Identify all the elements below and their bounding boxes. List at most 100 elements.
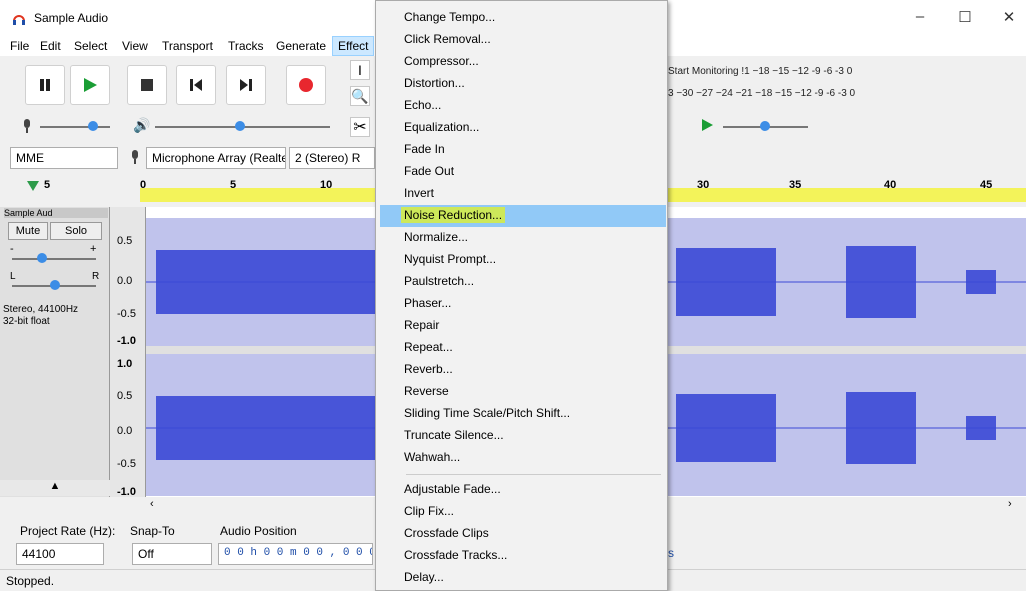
menu-item-noise-reduction[interactable]: Noise Reduction... <box>380 205 666 227</box>
menu-item[interactable]: Truncate Silence... <box>380 425 666 447</box>
menu-item[interactable]: Repeat... <box>380 337 666 359</box>
record-button[interactable] <box>286 65 326 105</box>
play-meter[interactable]: 3 −30 −27 −24 −21 −18 −15 −12 -9 -6 -3 0 <box>668 88 855 99</box>
menu-item[interactable]: Distortion... <box>380 73 666 95</box>
effect-menu: Change Tempo... Click Removal... Compres… <box>375 0 668 591</box>
vertical-ruler <box>110 207 146 497</box>
status-text: Stopped. <box>6 574 55 588</box>
skip-end-icon <box>240 79 252 91</box>
stop-button[interactable] <box>127 65 167 105</box>
zoom-tool-icon[interactable]: 🔍 <box>350 86 370 106</box>
menu-item[interactable]: Fade Out <box>380 161 666 183</box>
menu-item[interactable]: Change Tempo... <box>380 7 666 29</box>
vruler-label: -1.0 <box>117 335 136 347</box>
window-title: Sample Audio <box>34 11 109 25</box>
skip-start-icon <box>190 79 202 91</box>
play-button[interactable] <box>70 65 110 105</box>
snap-to-select[interactable]: Off <box>132 543 212 565</box>
maximize-button[interactable]: ☐ <box>950 8 980 28</box>
microphone-icon <box>24 119 30 133</box>
menu-item[interactable]: Click Removal... <box>380 29 666 51</box>
pan-left-label: L <box>10 271 16 282</box>
gain-knob[interactable] <box>37 253 47 263</box>
menu-effect[interactable]: Effect <box>332 36 375 56</box>
tick-label: 0 <box>140 179 147 191</box>
pin-icon[interactable] <box>26 180 40 192</box>
selection-tool-icon[interactable]: I <box>350 60 370 80</box>
gain-min-label: - <box>10 243 14 255</box>
menu-item[interactable]: Repair <box>380 315 666 337</box>
menu-item-label: Noise Reduction... <box>401 207 506 223</box>
record-volume-knob[interactable] <box>88 121 98 131</box>
menu-item[interactable]: Clip Fix... <box>380 501 666 523</box>
gain-slider[interactable] <box>12 258 96 260</box>
tick-label: 30 <box>697 179 710 191</box>
collapse-track-icon[interactable]: ▲ <box>0 480 110 496</box>
mute-button[interactable]: Mute <box>8 222 48 240</box>
menu-item[interactable]: Echo... <box>380 95 666 117</box>
menu-item[interactable]: Reverse <box>380 381 666 403</box>
menu-view[interactable]: View <box>122 39 148 53</box>
selection-end-suffix[interactable]: s <box>668 546 674 560</box>
menu-item[interactable]: Crossfade Clips <box>380 523 666 545</box>
solo-button[interactable]: Solo <box>50 222 102 240</box>
audio-position-field[interactable]: 0 0 h 0 0 m 0 0 , 0 0 0 s <box>218 543 373 565</box>
track-name-button[interactable]: Sample Aud <box>4 208 108 218</box>
play-speed-knob[interactable] <box>760 121 770 131</box>
skip-start-button[interactable] <box>176 65 216 105</box>
pan-knob[interactable] <box>50 280 60 290</box>
menu-item[interactable]: Reverb... <box>380 359 666 381</box>
tick-label: 10 <box>320 179 333 191</box>
headphones-icon <box>13 15 25 25</box>
skip-end-button[interactable] <box>226 65 266 105</box>
menu-item[interactable]: Invert <box>380 183 666 205</box>
tick-label: 5 <box>44 179 51 191</box>
vruler-label: 1.0 <box>117 358 133 370</box>
recording-device-select[interactable]: Microphone Array (Realtek <box>146 147 286 169</box>
vruler-label: 0.5 <box>117 390 133 402</box>
gain-max-label: + <box>90 243 97 255</box>
pause-button[interactable] <box>25 65 65 105</box>
menu-item[interactable]: Phaser... <box>380 293 666 315</box>
play-at-speed-icon[interactable] <box>700 118 714 132</box>
record-icon <box>299 78 313 92</box>
project-rate-select[interactable]: 44100 <box>16 543 104 565</box>
menu-item[interactable]: Compressor... <box>380 51 666 73</box>
play-volume-knob[interactable] <box>235 121 245 131</box>
play-icon <box>84 78 97 92</box>
cut-icon[interactable]: ✂ <box>350 117 370 137</box>
menu-file[interactable]: File <box>10 39 29 53</box>
menu-transport[interactable]: Transport <box>162 39 213 53</box>
vruler-label: 0.0 <box>117 425 133 437</box>
menu-item[interactable]: Adjustable Fade... <box>380 479 666 501</box>
vruler-label: 0.0 <box>117 275 133 287</box>
scroll-right-icon[interactable]: › <box>1008 498 1012 510</box>
channels-select[interactable]: 2 (Stereo) R <box>289 147 375 169</box>
menu-select[interactable]: Select <box>74 39 107 53</box>
menu-item[interactable]: Equalization... <box>380 117 666 139</box>
audio-host-select[interactable]: MME <box>10 147 118 169</box>
menu-item[interactable]: Fade In <box>380 139 666 161</box>
menu-item[interactable]: Crossfade Tracks... <box>380 545 666 567</box>
menu-item[interactable]: Normalize... <box>380 227 666 249</box>
minimize-button[interactable]: – <box>905 8 935 28</box>
scroll-left-icon[interactable]: ‹ <box>150 498 154 510</box>
menu-item[interactable]: Paulstretch... <box>380 271 666 293</box>
menu-edit[interactable]: Edit <box>40 39 61 53</box>
menu-item[interactable]: Sliding Time Scale/Pitch Shift... <box>380 403 666 425</box>
menu-tracks[interactable]: Tracks <box>228 39 264 53</box>
menu-generate[interactable]: Generate <box>276 39 326 53</box>
record-volume-slider[interactable] <box>40 126 110 128</box>
audio-position-label: Audio Position <box>220 524 297 538</box>
track-format-label: Stereo, 44100Hz <box>3 304 79 315</box>
speaker-icon: 🔊 <box>133 117 151 133</box>
vruler-label: -0.5 <box>117 458 136 470</box>
record-meter[interactable]: Start Monitoring !1 −18 −15 −12 -9 -6 -3… <box>668 66 852 77</box>
menu-item[interactable]: Delay... <box>380 567 666 589</box>
vruler-label: 0.5 <box>117 235 133 247</box>
close-button[interactable]: ✕ <box>994 8 1024 28</box>
microphone-icon <box>132 150 138 164</box>
menu-item[interactable]: Nyquist Prompt... <box>380 249 666 271</box>
menu-item[interactable]: Wahwah... <box>380 447 666 469</box>
pan-right-label: R <box>92 271 100 282</box>
